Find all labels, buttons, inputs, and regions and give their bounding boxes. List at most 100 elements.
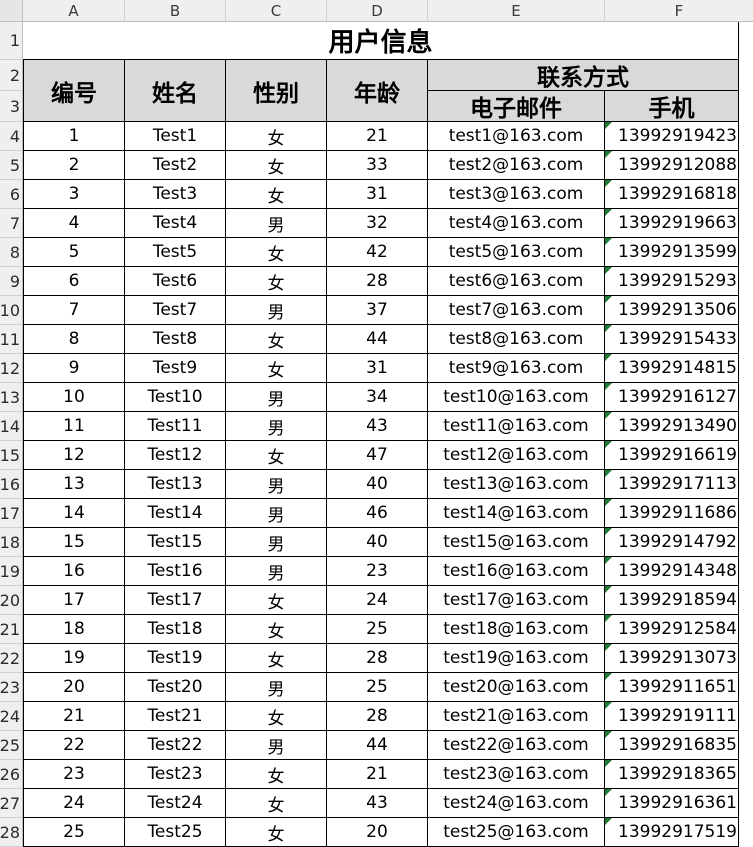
cell-age[interactable]: 28 [327, 267, 428, 296]
cell-name[interactable]: Test10 [125, 383, 226, 412]
cell-gender[interactable]: 男 [226, 383, 327, 412]
cell-phone[interactable]: 13992915293 [605, 267, 739, 296]
cell-id[interactable]: 18 [23, 615, 125, 644]
cell-id[interactable]: 14 [23, 499, 125, 528]
column-header-b[interactable]: B [125, 0, 226, 22]
cell-email[interactable]: test13@163.com [428, 470, 605, 499]
cell-email[interactable]: test7@163.com [428, 296, 605, 325]
cell-id[interactable]: 10 [23, 383, 125, 412]
select-all-corner[interactable] [0, 0, 23, 22]
cell-email[interactable]: test12@163.com [428, 441, 605, 470]
cell-name[interactable]: Test13 [125, 470, 226, 499]
row-header[interactable]: 14 [0, 412, 23, 441]
cell-gender[interactable]: 女 [226, 122, 327, 151]
cell-age[interactable]: 24 [327, 586, 428, 615]
cell-phone[interactable]: 13992913599 [605, 238, 739, 267]
cell-email[interactable]: test8@163.com [428, 325, 605, 354]
cell-email[interactable]: test11@163.com [428, 412, 605, 441]
row-header[interactable]: 4 [0, 122, 23, 151]
cell-phone[interactable]: 13992916818 [605, 180, 739, 209]
row-header[interactable]: 9 [0, 267, 23, 296]
row-header[interactable]: 23 [0, 673, 23, 702]
cell-id[interactable]: 17 [23, 586, 125, 615]
cell-email[interactable]: test20@163.com [428, 673, 605, 702]
cell-name[interactable]: Test21 [125, 702, 226, 731]
cell-phone[interactable]: 13992916361 [605, 789, 739, 818]
cell-id[interactable]: 4 [23, 209, 125, 238]
cell-name[interactable]: Test15 [125, 528, 226, 557]
cell-age[interactable]: 21 [327, 760, 428, 789]
cell-email[interactable]: test2@163.com [428, 151, 605, 180]
cell-name[interactable]: Test3 [125, 180, 226, 209]
row-header[interactable]: 5 [0, 151, 23, 180]
cell-phone[interactable]: 13992911686 [605, 499, 739, 528]
cell-age[interactable]: 20 [327, 818, 428, 847]
cell-name[interactable]: Test4 [125, 209, 226, 238]
cell-phone[interactable]: 13992913506 [605, 296, 739, 325]
cell-gender[interactable]: 男 [226, 470, 327, 499]
cell-phone[interactable]: 13992916835 [605, 731, 739, 760]
cell-phone[interactable]: 13992914348 [605, 557, 739, 586]
row-header[interactable]: 10 [0, 296, 23, 325]
row-header[interactable]: 7 [0, 209, 23, 238]
cell-phone[interactable]: 13992915433 [605, 325, 739, 354]
cell-id[interactable]: 22 [23, 731, 125, 760]
cell-email[interactable]: test10@163.com [428, 383, 605, 412]
header-gender[interactable]: 性别 [226, 60, 327, 122]
cell-gender[interactable]: 女 [226, 586, 327, 615]
cell-gender[interactable]: 男 [226, 209, 327, 238]
cell-phone[interactable]: 13992917519 [605, 818, 739, 847]
cell-phone[interactable]: 13992916619 [605, 441, 739, 470]
cell-name[interactable]: Test7 [125, 296, 226, 325]
row-header[interactable]: 17 [0, 499, 23, 528]
cell-email[interactable]: test22@163.com [428, 731, 605, 760]
cell-email[interactable]: test18@163.com [428, 615, 605, 644]
cell-email[interactable]: test4@163.com [428, 209, 605, 238]
cell-age[interactable]: 40 [327, 470, 428, 499]
cell-age[interactable]: 47 [327, 441, 428, 470]
cell-gender[interactable]: 女 [226, 818, 327, 847]
cell-gender[interactable]: 女 [226, 267, 327, 296]
cell-id[interactable]: 2 [23, 151, 125, 180]
cell-name[interactable]: Test24 [125, 789, 226, 818]
row-header[interactable]: 19 [0, 557, 23, 586]
cell-age[interactable]: 44 [327, 731, 428, 760]
cell-age[interactable]: 42 [327, 238, 428, 267]
cell-name[interactable]: Test16 [125, 557, 226, 586]
cell-name[interactable]: Test6 [125, 267, 226, 296]
cell-name[interactable]: Test23 [125, 760, 226, 789]
cell-gender[interactable]: 男 [226, 412, 327, 441]
cell-phone[interactable]: 13992919663 [605, 209, 739, 238]
cell-gender[interactable]: 男 [226, 296, 327, 325]
row-header[interactable]: 6 [0, 180, 23, 209]
cell-phone[interactable]: 13992912584 [605, 615, 739, 644]
cell-age[interactable]: 43 [327, 789, 428, 818]
cell-name[interactable]: Test2 [125, 151, 226, 180]
row-header[interactable]: 24 [0, 702, 23, 731]
cell-age[interactable]: 44 [327, 325, 428, 354]
cell-email[interactable]: test9@163.com [428, 354, 605, 383]
cell-age[interactable]: 33 [327, 151, 428, 180]
cell-gender[interactable]: 男 [226, 499, 327, 528]
cell-name[interactable]: Test20 [125, 673, 226, 702]
cell-age[interactable]: 32 [327, 209, 428, 238]
cell-age[interactable]: 40 [327, 528, 428, 557]
row-header[interactable]: 16 [0, 470, 23, 499]
row-header[interactable]: 1 [0, 22, 23, 60]
cell-name[interactable]: Test17 [125, 586, 226, 615]
cell-name[interactable]: Test9 [125, 354, 226, 383]
cell-age[interactable]: 28 [327, 702, 428, 731]
cell-name[interactable]: Test22 [125, 731, 226, 760]
cell-name[interactable]: Test8 [125, 325, 226, 354]
cell-phone[interactable]: 13992913490 [605, 412, 739, 441]
cell-phone[interactable]: 13992916127 [605, 383, 739, 412]
cell-gender[interactable]: 女 [226, 325, 327, 354]
cell-id[interactable]: 24 [23, 789, 125, 818]
sheet-title[interactable]: 用户信息 [23, 22, 739, 60]
cell-id[interactable]: 9 [23, 354, 125, 383]
cell-gender[interactable]: 女 [226, 354, 327, 383]
cell-email[interactable]: test15@163.com [428, 528, 605, 557]
cell-id[interactable]: 8 [23, 325, 125, 354]
cell-email[interactable]: test23@163.com [428, 760, 605, 789]
cell-id[interactable]: 15 [23, 528, 125, 557]
